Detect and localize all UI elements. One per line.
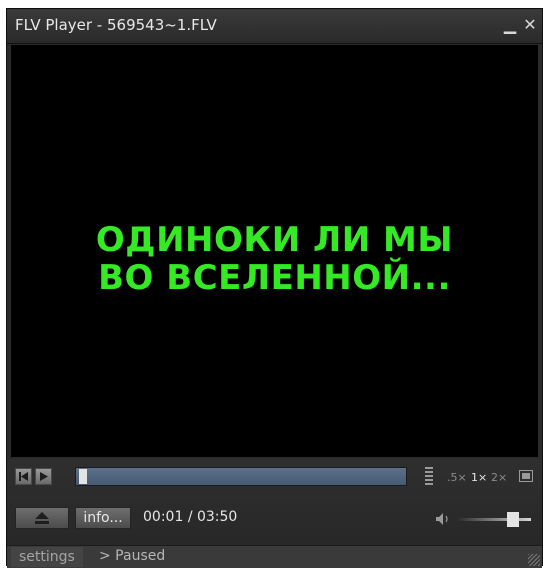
minimize-button[interactable]: ▁ xyxy=(501,15,519,35)
play-button[interactable] xyxy=(35,468,52,485)
close-icon: ✕ xyxy=(523,15,537,34)
previous-button[interactable] xyxy=(15,468,32,485)
title-bar[interactable]: FLV Player - 569543~1.FLV ▁ ✕ xyxy=(7,9,542,44)
time-current: 00:01 xyxy=(143,509,184,525)
flv-player-window: FLV Player - 569543~1.FLV ▁ ✕ ОДИНОКИ ЛИ… xyxy=(6,8,543,568)
speed-half[interactable]: .5× xyxy=(447,471,467,484)
eject-button[interactable] xyxy=(15,507,69,529)
fullscreen-icon[interactable] xyxy=(519,470,533,482)
subtitle-line-1: ОДИНОКИ ЛИ МЫ xyxy=(95,220,454,260)
volume-slider[interactable] xyxy=(457,518,531,521)
speed-normal[interactable]: 1× xyxy=(471,471,487,484)
time-total: 03:50 xyxy=(196,509,238,525)
window-title: FLV Player - 569543~1.FLV xyxy=(15,16,217,34)
speed-double[interactable]: 2× xyxy=(491,471,507,484)
volume-bars-icon xyxy=(425,467,433,487)
info-button[interactable]: info... xyxy=(75,507,131,529)
minimize-icon: ▁ xyxy=(503,15,517,34)
time-display: 00:01 / 03:50 xyxy=(143,509,237,525)
speaker-icon[interactable] xyxy=(435,512,453,526)
eject-icon xyxy=(35,512,49,524)
subtitle-line-2: ВО ВСЕЛЕННОЙ... xyxy=(98,258,451,298)
play-icon xyxy=(40,472,48,481)
volume-thumb[interactable] xyxy=(506,512,519,527)
settings-button[interactable]: settings xyxy=(11,547,83,567)
video-subtitle: ОДИНОКИ ЛИ МЫ ВО ВСЕЛЕННОЙ... xyxy=(11,221,538,297)
close-button[interactable]: ✕ xyxy=(521,15,539,35)
video-area[interactable]: ОДИНОКИ ЛИ МЫ ВО ВСЕЛЕННОЙ... xyxy=(11,45,538,457)
seek-thumb[interactable] xyxy=(79,469,88,484)
skip-back-icon xyxy=(19,472,28,481)
control-panel: .5× 1× 2× info... 00:01 / 03:50 settings xyxy=(7,459,542,568)
status-bar: settings > Paused xyxy=(7,545,542,568)
resize-grip-icon[interactable] xyxy=(528,554,540,566)
time-separator: / xyxy=(187,509,193,525)
playback-status: > Paused xyxy=(99,548,166,564)
seek-bar[interactable] xyxy=(75,467,407,486)
